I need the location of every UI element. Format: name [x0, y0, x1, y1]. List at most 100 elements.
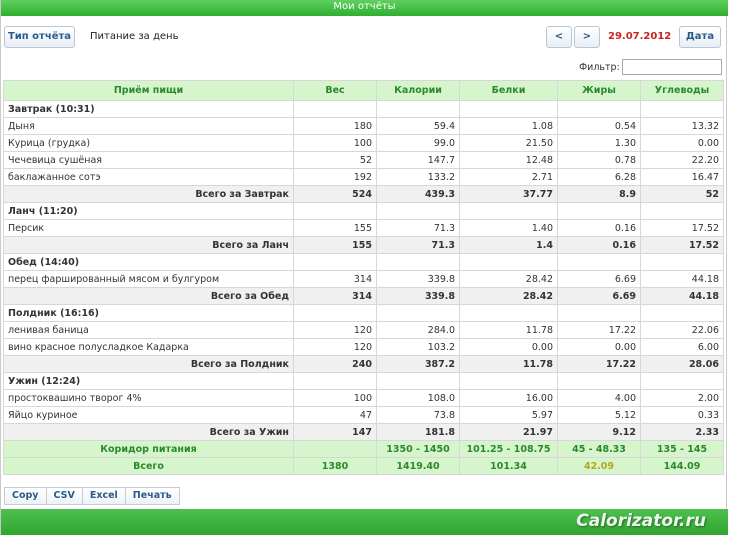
food-value: 4.00	[557, 389, 641, 407]
empty-cell	[557, 100, 641, 118]
food-value: 52	[293, 151, 377, 169]
food-row[interactable]: Персик 155 71.3 1.40 0.16 17.52	[3, 219, 724, 237]
empty-cell	[376, 100, 460, 118]
grand-total-value: 144.09	[640, 457, 724, 475]
meal-total-value: 2.33	[640, 423, 724, 441]
empty-cell	[557, 372, 641, 390]
meal-total-label: Всего за Ужин	[3, 423, 294, 441]
grand-total-row: Всего 1380 1419.40 101.34 42.09 144.09	[3, 457, 724, 475]
empty-cell	[557, 304, 641, 322]
empty-cell	[557, 253, 641, 271]
meal-total-label: Всего за Обед	[3, 287, 294, 305]
column-header[interactable]: Белки	[459, 80, 558, 101]
food-value: 47	[293, 406, 377, 424]
food-value: 59.4	[376, 117, 460, 135]
meal-total-value: 37.77	[459, 185, 558, 203]
column-header[interactable]: Углеводы	[640, 80, 724, 101]
meal-total-row: Всего за Ужин 147 181.8 21.97 9.12 2.33	[3, 423, 724, 441]
grand-total-value: 1419.40	[376, 457, 460, 475]
food-name: Яйцо куриное	[3, 406, 294, 424]
report-type-button[interactable]: Тип отчёта	[4, 26, 75, 48]
food-row[interactable]: Яйцо куриное 47 73.8 5.97 5.12 0.33	[3, 406, 724, 424]
food-value: 44.18	[640, 270, 724, 288]
nutrition-corridor-row: Коридор питания 1350 - 1450 101.25 - 108.7…	[3, 440, 724, 458]
export-toolbar: Copy CSV Excel Печать	[4, 487, 180, 505]
food-value: 133.2	[376, 168, 460, 186]
food-value: 6.69	[557, 270, 641, 288]
watermark: Calorizator.ru	[576, 511, 706, 531]
meal-row: Ланч (11:20)	[3, 202, 724, 220]
meal-total-value: 1.4	[459, 236, 558, 254]
empty-cell	[640, 202, 724, 220]
meal-row: Завтрак (10:31)	[3, 100, 724, 118]
food-name: Курица (грудка)	[3, 134, 294, 152]
food-value: 108.0	[376, 389, 460, 407]
column-header[interactable]: Калории	[376, 80, 460, 101]
meal-total-row: Всего за Полдник 240 387.2 11.78 17.22 28.06	[3, 355, 724, 373]
column-header[interactable]: Жиры	[557, 80, 641, 101]
food-row[interactable]: Чечевица сушёная 52 147.7 12.48 0.78 22.20	[3, 151, 724, 169]
empty-cell	[376, 304, 460, 322]
food-row[interactable]: ленивая баница 120 284.0 11.78 17.22 22.06	[3, 321, 724, 339]
food-row[interactable]: перец фаршированный мясом и булгуром 314 3…	[3, 270, 724, 288]
food-value: 6.28	[557, 168, 641, 186]
food-value: 16.00	[459, 389, 558, 407]
empty-cell	[640, 304, 724, 322]
export-button[interactable]: Copy	[4, 487, 47, 505]
food-value: 99.0	[376, 134, 460, 152]
meal-total-value: 6.69	[557, 287, 641, 305]
meal-total-value: 52	[640, 185, 724, 203]
export-button[interactable]: Excel	[81, 487, 126, 505]
food-value: 1.08	[459, 117, 558, 135]
food-value: 0.16	[557, 219, 641, 237]
empty-cell	[459, 253, 558, 271]
empty-cell	[640, 253, 724, 271]
food-row[interactable]: Курица (грудка) 100 99.0 21.50 1.30 0.00	[3, 134, 724, 152]
food-value: 0.00	[557, 338, 641, 356]
grand-total-value: 101.34	[459, 457, 558, 475]
export-button[interactable]: Печать	[124, 487, 180, 505]
column-header[interactable]: Приём пищи	[3, 80, 294, 101]
food-row[interactable]: простоквашино творог 4% 100 108.0 16.00 4.00…	[3, 389, 724, 407]
food-value: 1.30	[557, 134, 641, 152]
food-value: 5.97	[459, 406, 558, 424]
export-button[interactable]: CSV	[45, 487, 83, 505]
empty-cell	[459, 372, 558, 390]
food-value: 314	[293, 270, 377, 288]
nutrition-table: Приём пищи Вес Калории Белки Жиры Углеводы За…	[3, 80, 724, 475]
empty-cell	[293, 202, 377, 220]
corridor-value: 45 - 48.33	[557, 440, 641, 458]
meal-total-value: 524	[293, 185, 377, 203]
food-value: 0.00	[459, 338, 558, 356]
meal-total-value: 181.8	[376, 423, 460, 441]
column-header[interactable]: Вес	[293, 80, 377, 101]
food-value: 21.50	[459, 134, 558, 152]
meal-total-value: 339.8	[376, 287, 460, 305]
food-value: 17.22	[557, 321, 641, 339]
meal-total-value: 439.3	[376, 185, 460, 203]
meal-total-row: Всего за Ланч 155 71.3 1.4 0.16 17.52	[3, 236, 724, 254]
grand-total-label: Всего	[3, 457, 294, 475]
empty-cell	[293, 100, 377, 118]
next-date-button[interactable]: >	[574, 26, 600, 48]
filter-input[interactable]	[622, 59, 722, 75]
date-picker-button[interactable]: Дата	[679, 26, 721, 48]
empty-cell	[293, 253, 377, 271]
food-row[interactable]: Дыня 180 59.4 1.08 0.54 13.32	[3, 117, 724, 135]
food-value: 22.06	[640, 321, 724, 339]
grand-total-value: 42.09	[557, 457, 641, 475]
food-value: 147.7	[376, 151, 460, 169]
corridor-value	[293, 440, 377, 458]
corridor-label: Коридор питания	[3, 440, 294, 458]
current-date: 29.07.2012	[608, 31, 672, 42]
meal-total-value: 44.18	[640, 287, 724, 305]
food-value: 339.8	[376, 270, 460, 288]
meal-total-value: 21.97	[459, 423, 558, 441]
food-row[interactable]: вино красное полусладкое Кадарка 120 103.2…	[3, 338, 724, 356]
food-value: 28.42	[459, 270, 558, 288]
grand-total-value: 1380	[293, 457, 377, 475]
prev-date-button[interactable]: <	[546, 26, 572, 48]
food-row[interactable]: баклажанное сотэ 192 133.2 2.71 6.28 16.47	[3, 168, 724, 186]
meal-total-value: 240	[293, 355, 377, 373]
meal-name: Полдник (16:16)	[3, 304, 294, 322]
